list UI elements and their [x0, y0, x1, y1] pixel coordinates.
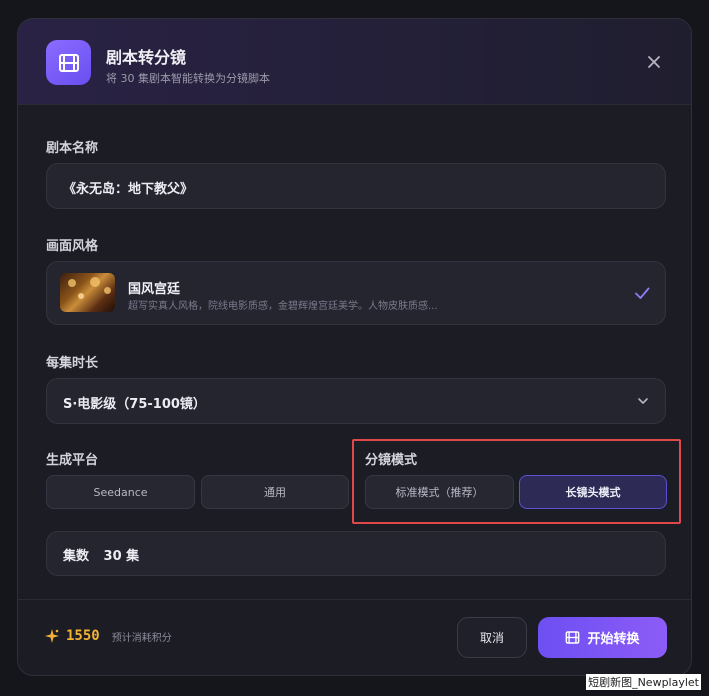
sparkle-icon [45, 629, 59, 643]
style-description: 超写实真人风格，院线电影质感，金碧辉煌宫廷美学。人物皮肤质感... [128, 301, 438, 312]
episode-duration-value: S·电影级（75-100镜） [63, 397, 206, 412]
platform-option-seedance[interactable]: Seedance [46, 475, 195, 509]
credits-info: 1550 预计消耗积分 [44, 628, 172, 644]
highlight-annotation [352, 439, 681, 524]
style-name: 国风宫廷 [128, 282, 181, 297]
cancel-button[interactable]: 取消 [457, 617, 527, 658]
credits-value: 1550 [66, 628, 100, 644]
storyboard-dialog: 剧本转分镜 将 30 集剧本智能转换为分镜脚本 剧本名称 《永无岛：地下教父》 … [17, 18, 692, 676]
visual-style-label: 画面风格 [46, 239, 99, 254]
close-button[interactable] [643, 51, 665, 73]
script-name-field[interactable]: 《永无岛：地下教父》 [46, 163, 666, 209]
platform-option-general[interactable]: 通用 [201, 475, 349, 509]
episode-duration-label: 每集时长 [46, 356, 99, 371]
film-icon [46, 40, 91, 85]
dialog-subtitle: 将 30 集剧本智能转换为分镜脚本 [106, 72, 270, 85]
credits-label: 预计消耗积分 [111, 632, 172, 644]
dialog-title: 剧本转分镜 [106, 48, 187, 67]
visual-style-card[interactable]: 国风宫廷 超写实真人风格，院线电影质感，金碧辉煌宫廷美学。人物皮肤质感... [46, 261, 666, 325]
watermark: 短剧新图_Newplaylet [586, 674, 701, 690]
script-name-value: 《永无岛：地下教父》 [63, 182, 194, 197]
dialog-header: 剧本转分镜 将 30 集剧本智能转换为分镜脚本 [18, 19, 691, 105]
start-conversion-button[interactable]: 开始转换 [538, 617, 667, 658]
style-thumbnail [60, 273, 115, 312]
check-icon [635, 287, 650, 299]
close-icon [648, 56, 660, 68]
episode-count-label: 集数 [63, 549, 90, 564]
script-name-label: 剧本名称 [46, 141, 99, 156]
platform-label: 生成平台 [46, 453, 99, 468]
chevron-down-icon [638, 398, 648, 404]
start-button-label: 开始转换 [587, 632, 640, 647]
episode-count-field: 集数 30 集 [46, 531, 666, 576]
footer-divider [18, 599, 691, 600]
film-icon [566, 631, 580, 644]
episode-duration-select[interactable]: S·电影级（75-100镜） [46, 378, 666, 424]
episode-count-value: 30 集 [103, 549, 140, 564]
